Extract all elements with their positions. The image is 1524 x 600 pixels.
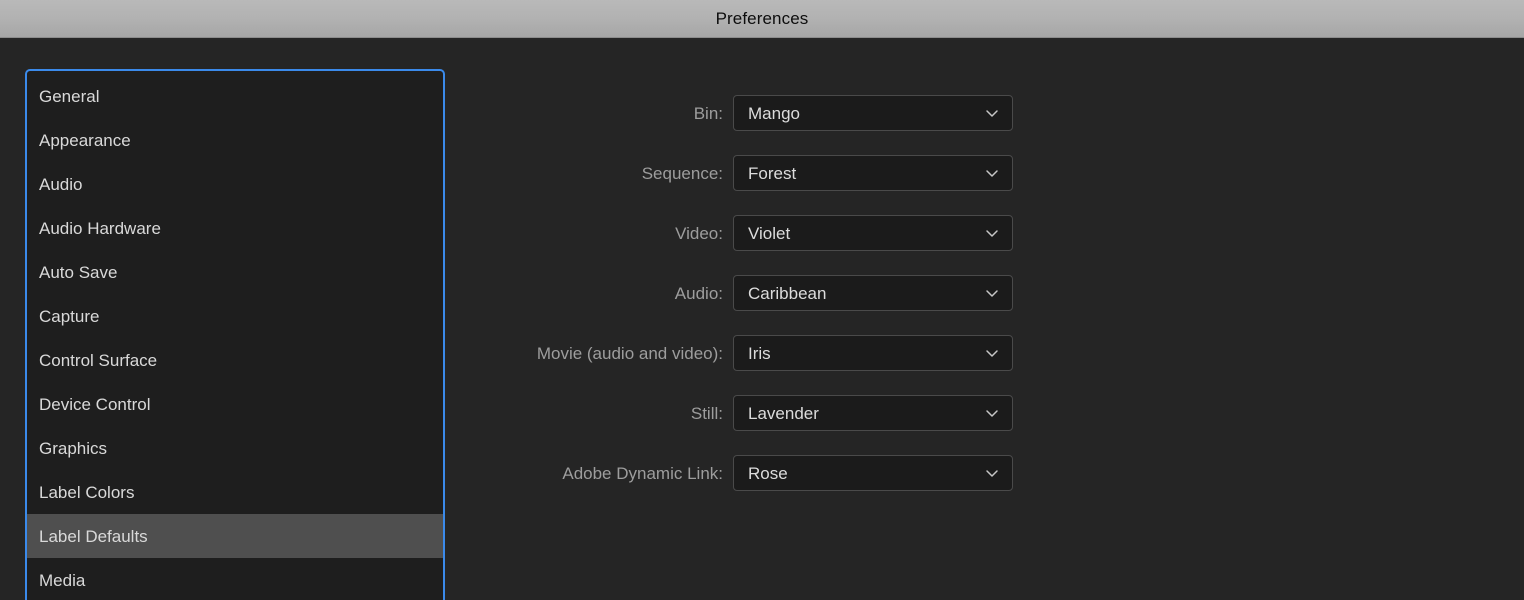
audio-selected-value: Caribbean bbox=[748, 283, 827, 303]
sequence-selected-value: Forest bbox=[748, 163, 797, 183]
sidebar-item-label: General bbox=[39, 86, 100, 106]
sidebar-item-label: Label Colors bbox=[39, 482, 135, 502]
sidebar-item-label: Media bbox=[39, 570, 86, 590]
sidebar-item-control-surface[interactable]: Control Surface bbox=[27, 338, 443, 382]
still-label: Still: bbox=[690, 403, 723, 423]
pref-row-still: Still: Lavender bbox=[460, 395, 1060, 431]
label-defaults-panel: Bin: Mango Sequence: Forest Video: Violet Audi… bbox=[460, 69, 1500, 600]
sidebar-item-appearance[interactable]: Appearance bbox=[27, 118, 443, 162]
still-selected-value: Lavender bbox=[748, 403, 819, 423]
preferences-category-list[interactable]: General Appearance Audio Audio Hardware Auto… bbox=[25, 69, 445, 600]
audio-select[interactable]: Caribbean bbox=[733, 275, 1013, 311]
sidebar-item-capture[interactable]: Capture bbox=[27, 294, 443, 338]
adobe-dynamic-link-label: Adobe Dynamic Link: bbox=[562, 463, 723, 483]
chevron-down-icon bbox=[984, 405, 1000, 421]
sidebar-item-label: Label Defaults bbox=[39, 526, 148, 546]
sidebar-item-device-control[interactable]: Device Control bbox=[27, 382, 443, 426]
sidebar-item-graphics[interactable]: Graphics bbox=[27, 426, 443, 470]
sidebar-item-general[interactable]: General bbox=[27, 74, 443, 118]
sidebar-item-audio[interactable]: Audio bbox=[27, 162, 443, 206]
sequence-label: Sequence: bbox=[641, 163, 723, 183]
sidebar-item-auto-save[interactable]: Auto Save bbox=[27, 250, 443, 294]
pref-row-adobe-dynamic-link: Adobe Dynamic Link: Rose bbox=[460, 455, 1060, 491]
chevron-down-icon bbox=[984, 465, 1000, 481]
sidebar-item-label: Capture bbox=[39, 306, 100, 326]
movie-label: Movie (audio and video): bbox=[536, 343, 723, 363]
sequence-select[interactable]: Forest bbox=[733, 155, 1013, 191]
adobe-dynamic-link-select[interactable]: Rose bbox=[733, 455, 1013, 491]
sidebar-item-label-defaults[interactable]: Label Defaults bbox=[27, 514, 443, 558]
window-title: Preferences bbox=[715, 9, 809, 28]
sidebar-item-label: Appearance bbox=[39, 130, 131, 150]
sidebar-item-media[interactable]: Media bbox=[27, 558, 443, 600]
movie-select[interactable]: Iris bbox=[733, 335, 1013, 371]
sidebar-item-label: Auto Save bbox=[39, 262, 118, 282]
pref-row-bin: Bin: Mango bbox=[460, 95, 1060, 131]
movie-selected-value: Iris bbox=[748, 343, 771, 363]
chevron-down-icon bbox=[984, 285, 1000, 301]
sidebar-item-audio-hardware[interactable]: Audio Hardware bbox=[27, 206, 443, 250]
pref-row-sequence: Sequence: Forest bbox=[460, 155, 1060, 191]
audio-label: Audio: bbox=[674, 283, 723, 303]
sidebar-item-label-colors[interactable]: Label Colors bbox=[27, 470, 443, 514]
chevron-down-icon bbox=[984, 105, 1000, 121]
sidebar-item-label: Control Surface bbox=[39, 350, 158, 370]
sidebar-item-label: Graphics bbox=[39, 438, 108, 458]
window-titlebar: Preferences bbox=[0, 0, 1524, 38]
bin-label: Bin: bbox=[693, 103, 723, 123]
sidebar-list: General Appearance Audio Audio Hardware Auto… bbox=[27, 71, 443, 600]
adobe-dynamic-link-selected-value: Rose bbox=[748, 463, 788, 483]
still-select[interactable]: Lavender bbox=[733, 395, 1013, 431]
pref-row-movie: Movie (audio and video): Iris bbox=[460, 335, 1060, 371]
sidebar-item-label: Audio Hardware bbox=[39, 218, 161, 238]
video-select[interactable]: Violet bbox=[733, 215, 1013, 251]
video-label: Video: bbox=[675, 223, 723, 243]
chevron-down-icon bbox=[984, 165, 1000, 181]
sidebar-item-label: Device Control bbox=[39, 394, 151, 414]
chevron-down-icon bbox=[984, 225, 1000, 241]
chevron-down-icon bbox=[984, 345, 1000, 361]
bin-select[interactable]: Mango bbox=[733, 95, 1013, 131]
pref-row-video: Video: Violet bbox=[460, 215, 1060, 251]
pref-row-audio: Audio: Caribbean bbox=[460, 275, 1060, 311]
bin-selected-value: Mango bbox=[748, 103, 800, 123]
video-selected-value: Violet bbox=[748, 223, 791, 243]
sidebar-item-label: Audio bbox=[39, 174, 83, 194]
preferences-window: Preferences General Appearance Audio Audio … bbox=[0, 0, 1524, 600]
